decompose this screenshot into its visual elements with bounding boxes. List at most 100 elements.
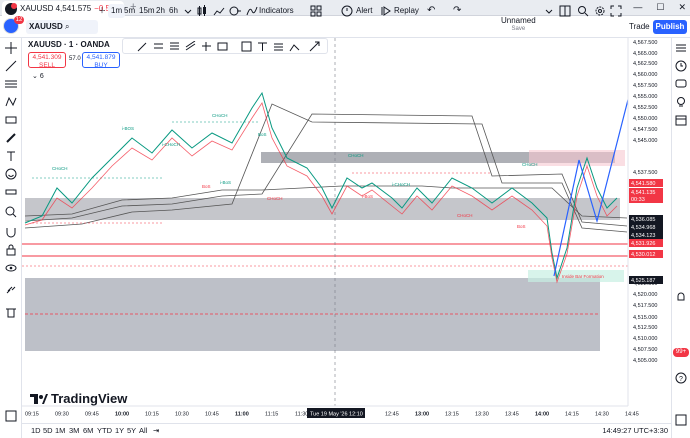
ruler-icon[interactable] [5,186,17,198]
indicator-count[interactable]: ⌄ 6 [32,72,44,80]
candles-chart-type-icon[interactable] [196,5,208,17]
chart-label: CHoCH [267,196,283,201]
layout-dropdown-icon[interactable] [543,5,555,17]
layout-save[interactable]: Unnamed Save [501,17,536,33]
pitchfork-icon[interactable] [289,41,300,52]
price-mark-label: 00:33 [631,197,645,203]
trade-button[interactable]: Trade [629,20,650,34]
calendar-icon[interactable] [675,114,687,126]
buy-button[interactable]: 4,541.879 BUY [82,52,120,69]
range-1m[interactable]: 1M [55,426,65,435]
alert-icon[interactable] [341,5,353,17]
range-1y[interactable]: 1Y [115,426,124,435]
time-axis-label: 11:30 [295,412,308,418]
object-tree-icon[interactable] [5,410,17,422]
horizontal-lines-icon[interactable] [5,78,17,90]
ideas-icon[interactable] [675,96,687,108]
range-5y[interactable]: 5Y [127,426,136,435]
help-icon[interactable]: ? [675,372,687,384]
measure-icon[interactable] [201,41,212,52]
chart-label: CHoCH [348,153,364,158]
watchlist-icon[interactable] [675,42,687,54]
channel-icon[interactable] [185,40,196,52]
price-mark-label: 4,541.580 [631,181,655,187]
symbol-search[interactable]: XAUUSD ⌕ [26,20,98,34]
line-style-icon[interactable] [153,41,164,52]
templates-icon[interactable] [310,5,322,17]
price-chart[interactable]: CHoCH CHoCH i-BOS i-CHoCH CHoCH BoS i-CH… [22,38,671,423]
range-1d[interactable]: 1D [31,426,41,435]
range-all[interactable]: All [139,426,147,435]
pencil-icon[interactable] [137,41,148,52]
notifications-bell-icon[interactable] [675,291,687,303]
smile-icon[interactable] [5,168,17,180]
chart-label: CHoCH [52,166,68,171]
compare-icon[interactable] [229,5,241,17]
clock-timezone[interactable]: 14:49:27 UTC+3:30 [602,426,668,435]
range-3m[interactable]: 3M [69,426,79,435]
chat-icon[interactable] [675,78,687,90]
arrow-tool-icon[interactable] [309,41,320,52]
alerts-clock-icon[interactable] [675,60,687,72]
fib-icon[interactable] [169,41,180,52]
layout-grid-icon[interactable] [559,5,571,17]
time-axis-label: 12:45 [385,412,399,418]
trash-icon[interactable] [5,306,17,318]
price-axis-label: 4,567.500 [633,40,657,46]
brush-icon[interactable] [5,132,17,144]
search-icon[interactable] [577,5,589,17]
interval-6h[interactable]: 6h [166,4,181,18]
interval-dropdown-icon[interactable] [182,5,194,17]
date-range-calendar-icon[interactable]: ⇥ [153,426,159,435]
minimize-icon[interactable]: — [633,2,642,13]
lock-icon[interactable] [5,244,17,256]
sell-button[interactable]: 4,541.309 SELL [28,52,66,69]
publish-button[interactable]: Publish [653,20,687,34]
time-axis-label: 11:00 [235,412,249,418]
zoom-in-icon[interactable] [5,206,17,218]
undo-icon[interactable]: ↶ [427,0,435,22]
price-axis-label: 4,545.000 [633,138,657,144]
redo-icon[interactable]: ↷ [453,0,461,22]
pattern-icon[interactable] [5,96,17,108]
close-window-icon[interactable]: ✕ [678,2,686,13]
demand-zone [25,278,600,351]
indicators-button[interactable]: Indicators [259,0,294,22]
date-range-icon[interactable] [217,41,228,52]
replay-button[interactable]: Replay [394,0,419,22]
trend-line-icon[interactable] [5,60,17,72]
price-mark-label: 4,534.123 [631,233,655,239]
chart-label: i-BoS [362,194,373,199]
price-mark-label: 4,525.187 [631,278,655,284]
fullscreen-icon[interactable] [610,5,622,17]
time-axis-label: 09:45 [85,412,99,418]
svg-text:?: ? [679,376,683,383]
link-icon[interactable] [5,284,17,296]
alert-button[interactable]: Alert [356,0,372,22]
visibility-eye-icon[interactable] [5,262,17,274]
magnet-icon[interactable] [5,226,17,238]
range-ytd[interactable]: YTD [97,426,112,435]
settings-gear-icon[interactable] [594,5,606,17]
time-axis-label: 13:15 [445,412,459,418]
forecast-icon[interactable] [5,114,17,126]
bar-chart-icon[interactable] [213,5,225,17]
maximize-icon[interactable]: ☐ [656,2,664,13]
chart-label: CHoCH [212,113,228,118]
layout-save-status: Save [511,26,526,32]
price-axis-label: 4,557.500 [633,83,657,89]
rectangle-icon[interactable] [241,41,252,52]
sidebar-toggle-icon[interactable] [675,414,687,426]
lines-menu-icon[interactable] [273,41,284,52]
indicators-icon[interactable] [246,5,258,17]
crosshair-icon[interactable] [5,42,17,54]
replay-icon[interactable] [380,5,392,17]
compare-add-icon[interactable]: ＋ [98,0,106,22]
chart-label: BoS [258,132,267,137]
range-6m[interactable]: 6M [83,426,93,435]
buy-price: 4,541.879 [86,54,116,61]
text-icon[interactable] [5,150,17,162]
range-5d[interactable]: 5D [43,426,53,435]
text-tool-icon[interactable] [257,41,268,52]
price-axis-label: 4,510.000 [633,336,657,342]
